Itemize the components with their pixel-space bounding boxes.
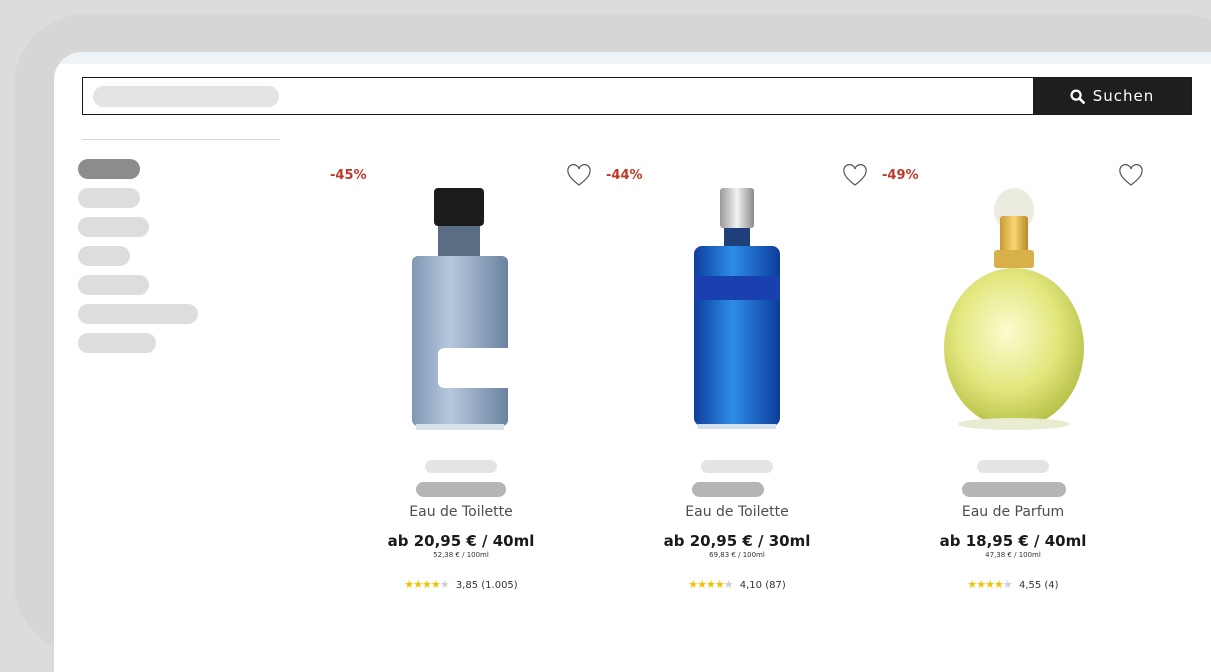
rating-value: 4,10 xyxy=(739,580,763,591)
name-placeholder xyxy=(962,482,1066,497)
search-bar: Suchen xyxy=(82,77,1192,116)
unit-price: 69,83 € / 100ml xyxy=(709,551,765,559)
rating: ★★★★★ 4,10 (87) xyxy=(606,578,868,591)
search-button[interactable]: Suchen xyxy=(1033,78,1191,114)
brand-placeholder xyxy=(977,460,1049,473)
sidebar-item[interactable] xyxy=(78,217,149,237)
product-image[interactable] xyxy=(330,188,592,450)
product-type: Eau de Toilette xyxy=(685,504,789,520)
rating-stars: ★★★★★ xyxy=(967,578,1012,591)
unit-price: 47,38 € / 100ml xyxy=(985,551,1041,559)
name-placeholder xyxy=(692,482,764,497)
sidebar-item[interactable] xyxy=(78,275,149,295)
sidebar-divider xyxy=(82,139,280,140)
discount-badge: -49% xyxy=(882,168,919,183)
sidebar-item-active[interactable] xyxy=(78,159,140,179)
product-card[interactable]: -44% Eau de Toilette ab 20,95 € / 30ml 6… xyxy=(606,160,868,630)
sidebar-item[interactable] xyxy=(78,304,198,324)
unit-price: 52,38 € / 100ml xyxy=(433,551,489,559)
product-image[interactable] xyxy=(882,188,1144,450)
search-input[interactable] xyxy=(83,78,1037,116)
rating: ★★★★★ 4,55 (4) xyxy=(882,578,1144,591)
brand-placeholder xyxy=(701,460,773,473)
rating: ★★★★★ 3,85 (1.005) xyxy=(330,578,592,591)
wishlist-heart-icon[interactable] xyxy=(842,164,868,188)
product-card[interactable]: -45% Eau de Toilette ab 20,95 € / 40ml 5… xyxy=(330,160,592,630)
browser-screen: Suchen -45% Eau de Toilette ab 20,95 € /… xyxy=(54,52,1211,672)
top-band xyxy=(54,52,1211,64)
rating-count: (87) xyxy=(765,580,786,591)
rating-value: 3,85 xyxy=(455,580,479,591)
product-price: ab 18,95 € / 40ml xyxy=(939,532,1087,550)
sidebar-item[interactable] xyxy=(78,246,130,266)
product-card[interactable]: -49% Eau de Parfum ab 18,95 € / 40ml 47,… xyxy=(882,160,1144,630)
wishlist-heart-icon[interactable] xyxy=(566,164,592,188)
name-placeholder xyxy=(416,482,506,497)
search-icon xyxy=(1070,88,1085,104)
product-type: Eau de Toilette xyxy=(409,504,513,520)
rating-count: (4) xyxy=(1044,580,1059,591)
discount-badge: -45% xyxy=(330,168,367,183)
sidebar-item[interactable] xyxy=(78,333,156,353)
discount-badge: -44% xyxy=(606,168,643,183)
wishlist-heart-icon[interactable] xyxy=(1118,164,1144,188)
sidebar-item[interactable] xyxy=(78,188,140,208)
rating-stars: ★★★★★ xyxy=(404,578,449,591)
product-price: ab 20,95 € / 30ml xyxy=(663,532,811,550)
product-type: Eau de Parfum xyxy=(961,504,1065,520)
product-price: ab 20,95 € / 40ml xyxy=(387,532,535,550)
device-frame: Suchen -45% Eau de Toilette ab 20,95 € /… xyxy=(14,14,1211,672)
brand-placeholder xyxy=(425,460,497,473)
rating-count: (1.005) xyxy=(481,580,518,591)
rating-value: 4,55 xyxy=(1018,580,1042,591)
rating-stars: ★★★★★ xyxy=(688,578,733,591)
product-image[interactable] xyxy=(606,188,868,450)
sidebar xyxy=(78,159,198,362)
search-button-label: Suchen xyxy=(1092,87,1155,105)
